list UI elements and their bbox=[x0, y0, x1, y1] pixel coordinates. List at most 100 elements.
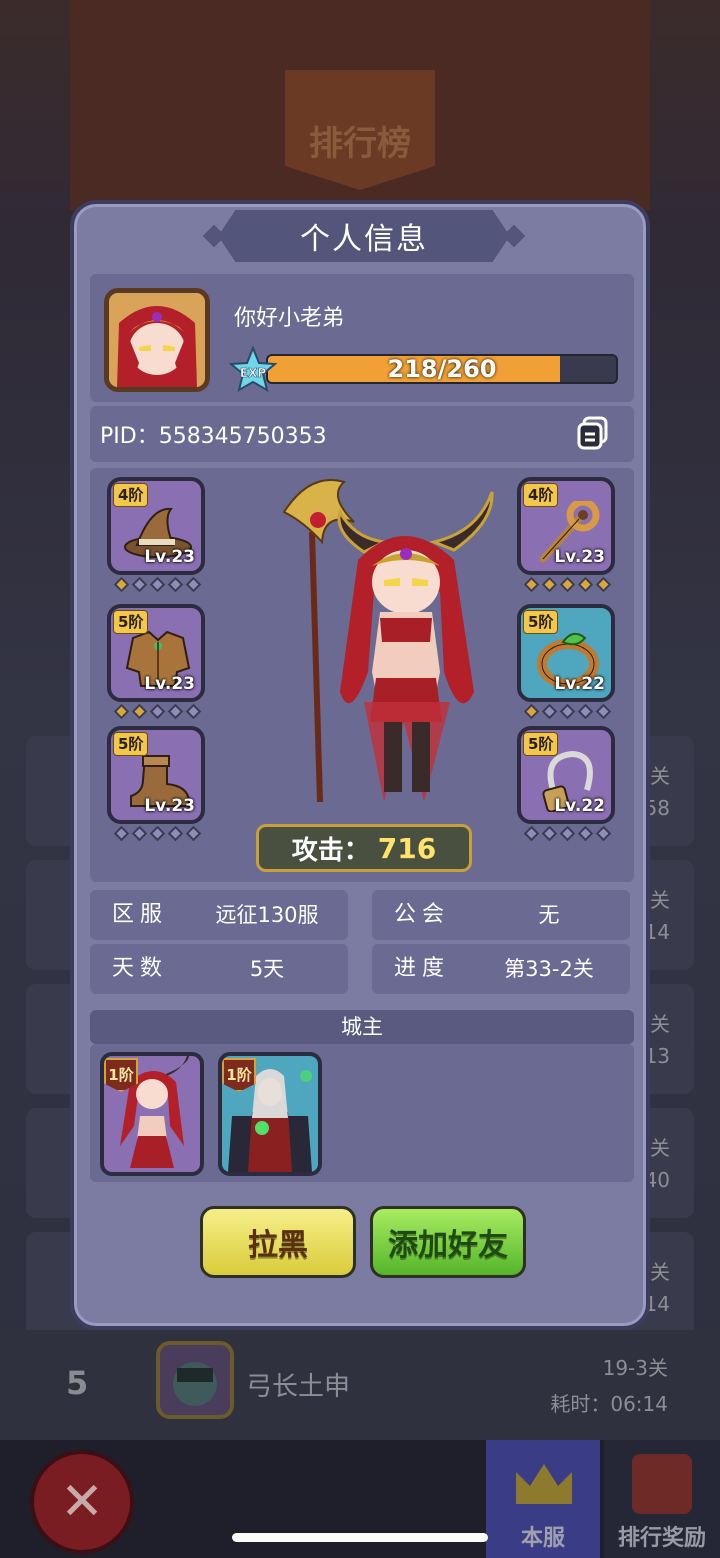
gem-pip bbox=[541, 703, 558, 720]
info-server: 区服 远征130服 bbox=[90, 890, 348, 940]
tab-ranking-rewards[interactable]: 排行奖励 bbox=[604, 1440, 720, 1558]
stage-progress: 19-3关 bbox=[602, 1356, 668, 1380]
gem-pip bbox=[577, 703, 594, 720]
tier-badge: 4阶 bbox=[113, 483, 149, 507]
star-gems bbox=[523, 825, 612, 842]
row-level-fragment: 关 bbox=[650, 1260, 670, 1284]
gem-pip bbox=[185, 703, 202, 720]
copy-icon[interactable] bbox=[576, 416, 610, 450]
player-avatar bbox=[156, 1341, 234, 1419]
equipment-slot-boots[interactable]: 5阶 Lv.23 bbox=[107, 726, 205, 824]
block-button[interactable]: 拉黑 bbox=[200, 1206, 356, 1278]
star-gems bbox=[523, 703, 612, 720]
star-gems bbox=[113, 703, 202, 720]
info-server-value: 远征130服 bbox=[215, 903, 319, 927]
add-friend-button[interactable]: 添加好友 bbox=[370, 1206, 526, 1278]
personal-info-dialog: 个人信息 你好小老弟 218/260 EXP PID：558345750353 bbox=[70, 200, 650, 1330]
row-level-fragment: 关 bbox=[650, 1136, 670, 1160]
tier-badge: 5阶 bbox=[523, 610, 559, 634]
row-level-fragment: 关 bbox=[650, 764, 670, 788]
info-guild-value: 无 bbox=[538, 903, 560, 927]
tab-rewards-label: 排行奖励 bbox=[617, 1526, 706, 1551]
info-progress-label: 进度 bbox=[394, 956, 451, 981]
gem-pip bbox=[113, 703, 130, 720]
close-icon[interactable]: ✕ bbox=[30, 1450, 134, 1554]
gem-pip bbox=[523, 703, 540, 720]
dialog-title: 个人信息 bbox=[300, 222, 428, 257]
gem-pip bbox=[559, 703, 576, 720]
equipment-level: Lv.22 bbox=[554, 796, 605, 816]
tier-badge: 5阶 bbox=[113, 610, 149, 634]
gem-pip bbox=[149, 825, 166, 842]
ranking-title: 排行榜 bbox=[309, 124, 411, 164]
equipment-slot-hat[interactable]: 4阶 Lv.23 bbox=[107, 477, 205, 575]
city-hero-card-vampire[interactable]: 1阶 bbox=[218, 1052, 322, 1176]
gem-pip bbox=[595, 825, 612, 842]
rank-number: 5 bbox=[66, 1364, 89, 1402]
gem-pip bbox=[523, 825, 540, 842]
gem-pip bbox=[595, 703, 612, 720]
gem-pip bbox=[149, 576, 166, 593]
info-server-label: 区服 bbox=[112, 902, 169, 927]
player-name: 弓长土申 bbox=[246, 1372, 351, 1402]
star-gems bbox=[523, 576, 612, 593]
gem-pip bbox=[541, 576, 558, 593]
row-level-fragment: 关 bbox=[650, 888, 670, 912]
gem-pip bbox=[577, 825, 594, 842]
info-progress: 进度 第33-2关 bbox=[372, 944, 630, 994]
gem-pip bbox=[167, 576, 184, 593]
equipment-level: Lv.23 bbox=[554, 547, 605, 567]
row-level-fragment: 关 bbox=[650, 1012, 670, 1036]
gem-pip bbox=[523, 576, 540, 593]
gem-pip bbox=[131, 703, 148, 720]
exp-bar: 218/260 bbox=[266, 354, 618, 384]
gem-pip bbox=[131, 825, 148, 842]
home-indicator[interactable] bbox=[232, 1533, 488, 1542]
trophy-icon bbox=[632, 1454, 692, 1514]
info-days: 天数 5天 bbox=[90, 944, 348, 994]
player-name: 你好小老弟 bbox=[234, 306, 345, 331]
city-lord-title: 城主 bbox=[341, 1015, 383, 1039]
attack-power-plate: 攻击： 716 bbox=[256, 824, 472, 872]
gem-pip bbox=[131, 576, 148, 593]
equipment-level: Lv.23 bbox=[144, 547, 195, 567]
city-hero-card-succubus[interactable]: 1阶 bbox=[100, 1052, 204, 1176]
player-avatar[interactable] bbox=[104, 288, 210, 392]
star-gems bbox=[113, 576, 202, 593]
tier-badge: 5阶 bbox=[113, 732, 149, 756]
info-guild: 公会 无 bbox=[372, 890, 630, 940]
equipment-slot-weapon[interactable]: 4阶 Lv.23 bbox=[517, 477, 615, 575]
gem-pip bbox=[167, 825, 184, 842]
info-days-value: 5天 bbox=[249, 957, 285, 981]
tab-server-label: 本服 bbox=[520, 1526, 565, 1551]
gem-pip bbox=[149, 703, 166, 720]
info-progress-value: 第33-2关 bbox=[504, 957, 594, 981]
exp-value: 218/260 bbox=[387, 355, 497, 383]
gem-pip bbox=[167, 703, 184, 720]
tier-badge: 5阶 bbox=[523, 732, 559, 756]
gem-pip bbox=[595, 576, 612, 593]
gem-pip bbox=[559, 576, 576, 593]
attack-value: 716 bbox=[377, 831, 437, 865]
gem-pip bbox=[113, 576, 130, 593]
gem-pip bbox=[541, 825, 558, 842]
info-days-label: 天数 bbox=[112, 956, 169, 981]
equipment-slot-necklace[interactable]: 5阶 Lv.22 bbox=[517, 726, 615, 824]
equipment-slot-ring[interactable]: 5阶 Lv.22 bbox=[517, 604, 615, 702]
info-guild-label: 公会 bbox=[394, 902, 451, 927]
hero-sorceress-figure bbox=[282, 479, 494, 803]
gem-pip bbox=[185, 825, 202, 842]
equipment-level: Lv.22 bbox=[554, 674, 605, 694]
crown-icon bbox=[516, 1464, 572, 1504]
exp-label: EXP bbox=[240, 366, 266, 380]
tab-server[interactable]: 本服 bbox=[486, 1440, 600, 1558]
elapsed-time: 耗时：06:14 bbox=[550, 1392, 668, 1416]
star-gems bbox=[113, 825, 202, 842]
exp-star-icon: EXP bbox=[229, 346, 277, 393]
gem-pip bbox=[577, 576, 594, 593]
equipment-slot-armor[interactable]: 5阶 Lv.23 bbox=[107, 604, 205, 702]
ranking-row-5[interactable]: 5 弓长土申 19-3关 耗时：06:14 bbox=[0, 1330, 720, 1440]
equipment-level: Lv.23 bbox=[144, 674, 195, 694]
attack-label: 攻击： bbox=[291, 835, 370, 866]
gem-pip bbox=[113, 825, 130, 842]
